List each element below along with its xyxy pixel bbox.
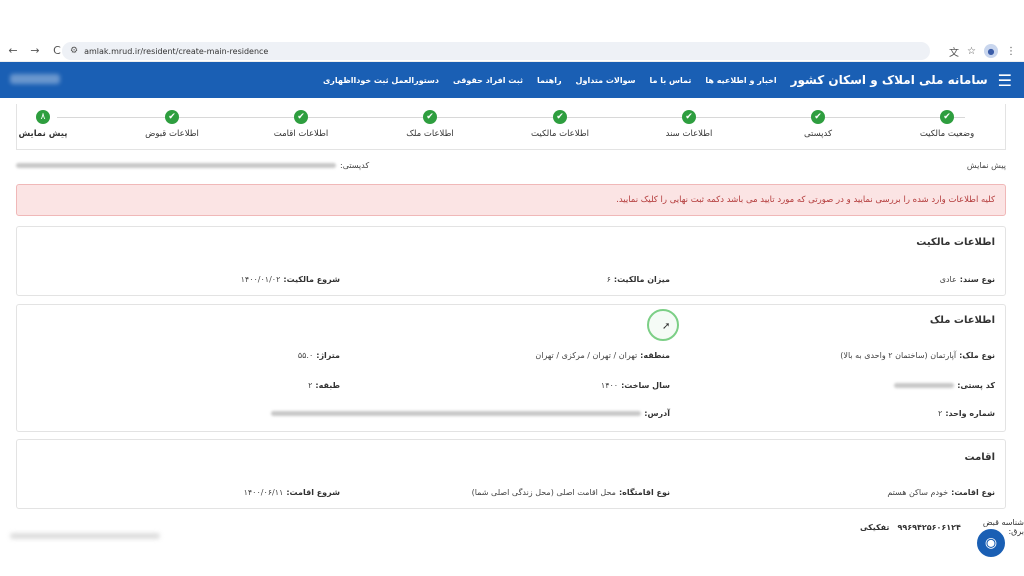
nav-news[interactable]: اخبار و اطلاعیه ها: [705, 76, 776, 85]
ownership-card: اطلاعات مالکیت نوع سند:عادی میزان مالکیت…: [16, 226, 1006, 296]
ownership-share-field: میزان مالکیت:۶: [606, 275, 670, 284]
url-text: amlak.mrud.ir/resident/create-main-resid…: [84, 46, 269, 56]
check-icon: ✔: [423, 110, 437, 124]
check-icon: ✔: [940, 110, 954, 124]
preview-postal-label: کدپستی:: [340, 160, 370, 170]
ownership-title: اطلاعات مالکیت: [916, 237, 995, 248]
step-preview[interactable]: ۸ پیش نمایش: [0, 110, 98, 139]
bookmark-star-icon[interactable]: ☆: [967, 46, 976, 57]
residence-title: اقامت: [964, 452, 995, 463]
check-icon: ✔: [553, 110, 567, 124]
progress-stepper: ✔ وضعیت مالکیت ✔ کدپستی ✔ اطلاعات سند ✔ …: [16, 104, 1006, 150]
step-postal-code[interactable]: ✔ کدپستی: [763, 110, 873, 139]
footer-blurred: [10, 533, 160, 539]
unit-number-field: شماره واحد:۲: [938, 409, 995, 418]
check-icon: ✔: [811, 110, 825, 124]
support-chat-button[interactable]: ◉: [974, 526, 1008, 560]
property-card: اطلاعات ملک نوع ملک:آپارتمان (ساختمان ۲ …: [16, 304, 1006, 432]
confirmation-alert: کلیه اطلاعات وارد شده را بررسی نمایید و …: [16, 184, 1006, 216]
address-bar[interactable]: ⚙ amlak.mrud.ir/resident/create-main-res…: [62, 42, 930, 60]
more-menu-icon[interactable]: ⋮: [1006, 46, 1016, 57]
property-type-field: نوع ملک:آپارتمان (ساختمان ۲ واحدی به بال…: [840, 351, 995, 360]
nav-guide[interactable]: راهنما: [537, 76, 562, 85]
floor-field: طبقه:۲: [308, 381, 340, 390]
postal-code-field: کد پستی:: [894, 381, 995, 390]
alert-text: کلیه اطلاعات وارد شده را بررسی نمایید و …: [616, 195, 995, 205]
browser-toolbar: ← → C ⚙ amlak.mrud.ir/resident/create-ma…: [0, 40, 1024, 62]
step-number-icon: ۸: [36, 110, 50, 124]
check-icon: ✔: [682, 110, 696, 124]
profile-avatar-icon[interactable]: ●: [984, 44, 998, 58]
step-bills-info[interactable]: ✔ اطلاعات قبوض: [117, 110, 227, 139]
bill-value: ۹۹۶۹۴۲۵۶۰۶۱۲۴: [897, 522, 961, 532]
nav-legal-persons[interactable]: ثبت افراد حقوقی: [453, 76, 523, 85]
residence-place-field: نوع اقامتگاه:محل اقامت اصلی (محل زندگی ا…: [471, 488, 670, 497]
doc-type-field: نوع سند:عادی: [939, 275, 995, 284]
nav-instructions[interactable]: دستورالعمل ثبت خودااظهاری: [323, 76, 439, 85]
build-year-field: سال ساخت:۱۴۰۰: [600, 381, 670, 390]
chat-icon: ◉: [984, 535, 998, 551]
address-field: آدرس:: [271, 409, 670, 418]
nav-contact[interactable]: تماس با ما: [649, 76, 691, 85]
property-title: اطلاعات ملک: [929, 315, 995, 326]
residence-start-field: شروع اقامت:۱۴۰۰/۰۶/۱۱: [243, 488, 340, 497]
forward-icon[interactable]: →: [26, 42, 44, 60]
mouse-pointer-icon: ➚: [662, 321, 671, 332]
site-title: سامانه ملی املاک و اسکان کشور: [790, 73, 988, 87]
step-ownership-status[interactable]: ✔ وضعیت مالکیت: [892, 110, 1002, 139]
user-name-blurred[interactable]: [10, 74, 60, 84]
site-settings-icon[interactable]: ⚙: [70, 46, 78, 56]
main-nav: اخبار و اطلاعیه ها تماس با ما سوالات متد…: [323, 76, 777, 85]
preview-title: پیش نمایش: [966, 160, 1006, 170]
preview-heading-row: پیش نمایش کدپستی:: [16, 158, 1006, 172]
check-icon: ✔: [165, 110, 179, 124]
step-property-info[interactable]: ✔ اطلاعات ملک: [375, 110, 485, 139]
step-ownership-info[interactable]: ✔ اطلاعات مالکیت: [505, 110, 615, 139]
region-field: منطقه:تهران / تهران / مرکزی / تهران: [535, 351, 670, 360]
translate-icon[interactable]: 文: [949, 44, 959, 59]
site-header: ☰ سامانه ملی املاک و اسکان کشور اخبار و …: [0, 62, 1024, 98]
back-icon[interactable]: ←: [4, 42, 22, 60]
ownership-start-field: شروع مالکیت:۱۴۰۰/۰۱/۰۲: [240, 275, 340, 284]
residence-card: اقامت نوع اقامت:خودم ساکن هستم نوع اقامت…: [16, 439, 1006, 509]
check-icon: ✔: [294, 110, 308, 124]
bill-type: تفکیکی: [860, 522, 890, 532]
preview-details-blurred: [16, 162, 336, 168]
area-field: متراژ:۵۵.۰: [297, 351, 340, 360]
step-document-info[interactable]: ✔ اطلاعات سند: [634, 110, 744, 139]
hamburger-menu-icon[interactable]: ☰: [998, 71, 1012, 90]
step-residence-info[interactable]: ✔ اطلاعات اقامت: [246, 110, 356, 139]
nav-faq[interactable]: سوالات متداول: [576, 76, 636, 85]
residence-type-field: نوع اقامت:خودم ساکن هستم: [887, 488, 995, 497]
